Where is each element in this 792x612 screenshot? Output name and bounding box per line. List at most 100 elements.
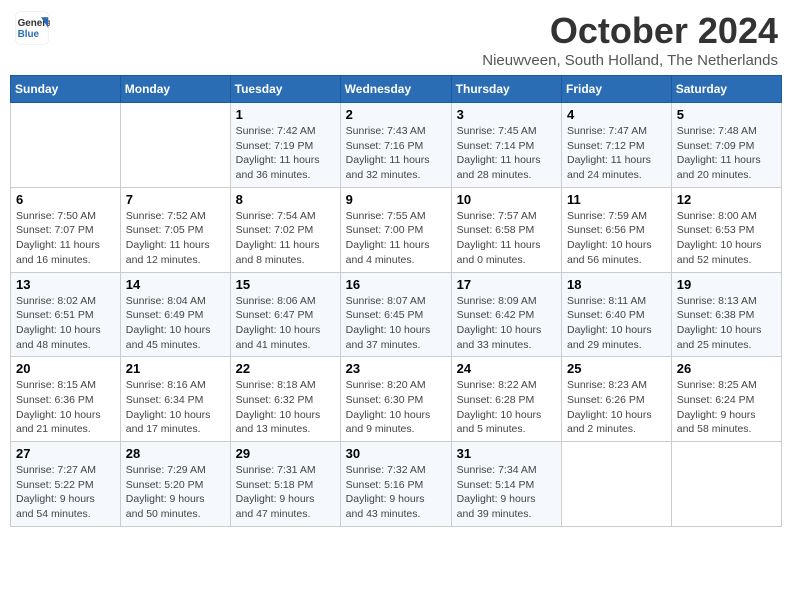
day-number: 5 bbox=[677, 107, 776, 122]
calendar-cell: 19 Sunrise: 8:13 AM Sunset: 6:38 PM Dayli… bbox=[671, 272, 781, 357]
calendar-cell: 27 Sunrise: 7:27 AM Sunset: 5:22 PM Dayli… bbox=[11, 442, 121, 527]
calendar-cell: 1Sunrise: 7:42 AM Sunset: 7:19 PM Daylig… bbox=[230, 103, 340, 188]
day-header-tuesday: Tuesday bbox=[230, 76, 340, 103]
location: Nieuwveen, South Holland, The Netherland… bbox=[482, 52, 778, 69]
day-number: 10 bbox=[457, 192, 556, 207]
logo-icon: General Blue bbox=[14, 10, 50, 46]
day-info: Sunrise: 7:55 AM Sunset: 7:00 PM Dayligh… bbox=[346, 209, 446, 268]
calendar-cell: 17 Sunrise: 8:09 AM Sunset: 6:42 PM Dayli… bbox=[451, 272, 561, 357]
day-number: 4 bbox=[567, 107, 666, 122]
day-info: Sunrise: 8:22 AM Sunset: 6:28 PM Dayligh… bbox=[457, 378, 556, 437]
calendar-cell: 4 Sunrise: 7:47 AM Sunset: 7:12 PM Daylig… bbox=[562, 103, 672, 188]
calendar-cell: 6Sunrise: 7:50 AM Sunset: 7:07 PM Daylig… bbox=[11, 187, 121, 272]
day-info: Sunrise: 7:47 AM Sunset: 7:12 PM Dayligh… bbox=[567, 124, 666, 183]
calendar-cell bbox=[562, 442, 672, 527]
day-info: Sunrise: 7:52 AM Sunset: 7:05 PM Dayligh… bbox=[126, 209, 225, 268]
day-info: Sunrise: 8:18 AM Sunset: 6:32 PM Dayligh… bbox=[236, 378, 335, 437]
day-number: 28 bbox=[126, 446, 225, 461]
day-number: 30 bbox=[346, 446, 446, 461]
day-info: Sunrise: 7:27 AM Sunset: 5:22 PM Dayligh… bbox=[16, 463, 115, 522]
calendar-cell: 10 Sunrise: 7:57 AM Sunset: 6:58 PM Dayli… bbox=[451, 187, 561, 272]
day-info: Sunrise: 8:23 AM Sunset: 6:26 PM Dayligh… bbox=[567, 378, 666, 437]
week-row-2: 6Sunrise: 7:50 AM Sunset: 7:07 PM Daylig… bbox=[11, 187, 782, 272]
day-info: Sunrise: 8:09 AM Sunset: 6:42 PM Dayligh… bbox=[457, 294, 556, 353]
month-title: October 2024 bbox=[482, 10, 778, 52]
day-info: Sunrise: 7:34 AM Sunset: 5:14 PM Dayligh… bbox=[457, 463, 556, 522]
day-number: 8 bbox=[236, 192, 335, 207]
day-number: 7 bbox=[126, 192, 225, 207]
week-row-4: 20Sunrise: 8:15 AM Sunset: 6:36 PM Dayli… bbox=[11, 357, 782, 442]
day-info: Sunrise: 8:13 AM Sunset: 6:38 PM Dayligh… bbox=[677, 294, 776, 353]
calendar-cell: 16 Sunrise: 8:07 AM Sunset: 6:45 PM Dayli… bbox=[340, 272, 451, 357]
day-number: 24 bbox=[457, 361, 556, 376]
calendar-cell: 9Sunrise: 7:55 AM Sunset: 7:00 PM Daylig… bbox=[340, 187, 451, 272]
day-number: 26 bbox=[677, 361, 776, 376]
day-number: 31 bbox=[457, 446, 556, 461]
day-header-thursday: Thursday bbox=[451, 76, 561, 103]
calendar-cell bbox=[120, 103, 230, 188]
day-number: 16 bbox=[346, 277, 446, 292]
day-header-saturday: Saturday bbox=[671, 76, 781, 103]
calendar-cell: 2 Sunrise: 7:43 AM Sunset: 7:16 PM Daylig… bbox=[340, 103, 451, 188]
calendar-cell: 8 Sunrise: 7:54 AM Sunset: 7:02 PM Daylig… bbox=[230, 187, 340, 272]
day-info: Sunrise: 8:04 AM Sunset: 6:49 PM Dayligh… bbox=[126, 294, 225, 353]
day-number: 25 bbox=[567, 361, 666, 376]
day-info: Sunrise: 8:06 AM Sunset: 6:47 PM Dayligh… bbox=[236, 294, 335, 353]
day-info: Sunrise: 7:29 AM Sunset: 5:20 PM Dayligh… bbox=[126, 463, 225, 522]
calendar-cell: 13 Sunrise: 8:02 AM Sunset: 6:51 PM Dayli… bbox=[11, 272, 121, 357]
calendar-cell: 15 Sunrise: 8:06 AM Sunset: 6:47 PM Dayli… bbox=[230, 272, 340, 357]
day-info: Sunrise: 7:45 AM Sunset: 7:14 PM Dayligh… bbox=[457, 124, 556, 183]
day-info: Sunrise: 8:00 AM Sunset: 6:53 PM Dayligh… bbox=[677, 209, 776, 268]
day-info: Sunrise: 8:11 AM Sunset: 6:40 PM Dayligh… bbox=[567, 294, 666, 353]
calendar-cell: 26 Sunrise: 8:25 AM Sunset: 6:24 PM Dayli… bbox=[671, 357, 781, 442]
day-number: 27 bbox=[16, 446, 115, 461]
day-info: Sunrise: 7:31 AM Sunset: 5:18 PM Dayligh… bbox=[236, 463, 335, 522]
calendar-header-row: SundayMondayTuesdayWednesdayThursdayFrid… bbox=[11, 76, 782, 103]
day-info: Sunrise: 8:20 AM Sunset: 6:30 PM Dayligh… bbox=[346, 378, 446, 437]
day-number: 14 bbox=[126, 277, 225, 292]
day-info: Sunrise: 7:43 AM Sunset: 7:16 PM Dayligh… bbox=[346, 124, 446, 183]
calendar-cell: 28 Sunrise: 7:29 AM Sunset: 5:20 PM Dayli… bbox=[120, 442, 230, 527]
day-number: 13 bbox=[16, 277, 115, 292]
calendar-cell: 14 Sunrise: 8:04 AM Sunset: 6:49 PM Dayli… bbox=[120, 272, 230, 357]
day-number: 23 bbox=[346, 361, 446, 376]
day-info: Sunrise: 7:57 AM Sunset: 6:58 PM Dayligh… bbox=[457, 209, 556, 268]
calendar-cell: 29 Sunrise: 7:31 AM Sunset: 5:18 PM Dayli… bbox=[230, 442, 340, 527]
day-info: Sunrise: 8:07 AM Sunset: 6:45 PM Dayligh… bbox=[346, 294, 446, 353]
day-info: Sunrise: 7:50 AM Sunset: 7:07 PM Dayligh… bbox=[16, 209, 115, 268]
calendar-cell: 21Sunrise: 8:16 AM Sunset: 6:34 PM Dayli… bbox=[120, 357, 230, 442]
day-header-wednesday: Wednesday bbox=[340, 76, 451, 103]
calendar-cell: 20Sunrise: 8:15 AM Sunset: 6:36 PM Dayli… bbox=[11, 357, 121, 442]
day-info: Sunrise: 8:15 AM Sunset: 6:36 PM Dayligh… bbox=[16, 378, 115, 437]
week-row-1: 1Sunrise: 7:42 AM Sunset: 7:19 PM Daylig… bbox=[11, 103, 782, 188]
day-info: Sunrise: 7:54 AM Sunset: 7:02 PM Dayligh… bbox=[236, 209, 335, 268]
calendar-cell bbox=[671, 442, 781, 527]
calendar-cell: 5Sunrise: 7:48 AM Sunset: 7:09 PM Daylig… bbox=[671, 103, 781, 188]
calendar-table: SundayMondayTuesdayWednesdayThursdayFrid… bbox=[10, 75, 782, 527]
day-number: 29 bbox=[236, 446, 335, 461]
calendar-cell bbox=[11, 103, 121, 188]
calendar-cell: 22 Sunrise: 8:18 AM Sunset: 6:32 PM Dayli… bbox=[230, 357, 340, 442]
calendar-cell: 3Sunrise: 7:45 AM Sunset: 7:14 PM Daylig… bbox=[451, 103, 561, 188]
day-info: Sunrise: 8:02 AM Sunset: 6:51 PM Dayligh… bbox=[16, 294, 115, 353]
page-header: General Blue October 2024 Nieuwveen, Sou… bbox=[10, 10, 782, 69]
calendar-cell: 24 Sunrise: 8:22 AM Sunset: 6:28 PM Dayli… bbox=[451, 357, 561, 442]
calendar-cell: 31 Sunrise: 7:34 AM Sunset: 5:14 PM Dayli… bbox=[451, 442, 561, 527]
day-number: 11 bbox=[567, 192, 666, 207]
day-number: 19 bbox=[677, 277, 776, 292]
calendar-cell: 7 Sunrise: 7:52 AM Sunset: 7:05 PM Daylig… bbox=[120, 187, 230, 272]
day-number: 2 bbox=[346, 107, 446, 122]
day-header-friday: Friday bbox=[562, 76, 672, 103]
week-row-3: 13 Sunrise: 8:02 AM Sunset: 6:51 PM Dayli… bbox=[11, 272, 782, 357]
day-info: Sunrise: 7:59 AM Sunset: 6:56 PM Dayligh… bbox=[567, 209, 666, 268]
calendar-cell: 25 Sunrise: 8:23 AM Sunset: 6:26 PM Dayli… bbox=[562, 357, 672, 442]
svg-text:Blue: Blue bbox=[18, 29, 40, 40]
day-number: 17 bbox=[457, 277, 556, 292]
day-info: Sunrise: 7:42 AM Sunset: 7:19 PM Dayligh… bbox=[236, 124, 335, 183]
logo: General Blue bbox=[14, 10, 50, 46]
day-number: 22 bbox=[236, 361, 335, 376]
day-number: 12 bbox=[677, 192, 776, 207]
day-info: Sunrise: 8:25 AM Sunset: 6:24 PM Dayligh… bbox=[677, 378, 776, 437]
day-number: 15 bbox=[236, 277, 335, 292]
day-number: 18 bbox=[567, 277, 666, 292]
